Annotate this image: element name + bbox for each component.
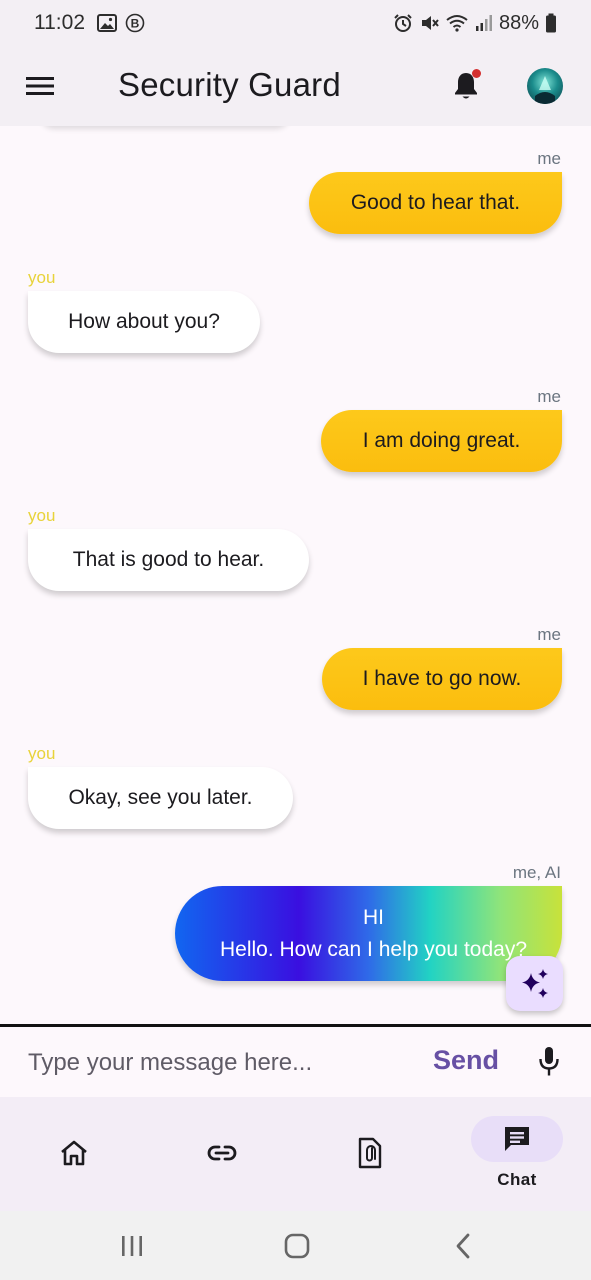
sender-label: me [537,387,561,406]
message-text: I have to go now. [362,667,522,690]
app-bar: Security Guard [0,46,591,126]
home-system-button[interactable] [283,1231,311,1261]
status-bar: 11:02 B 88% [0,0,591,46]
nav-item-files[interactable] [296,1097,444,1211]
message-input[interactable] [28,1041,418,1085]
hamburger-menu-icon [26,77,54,95]
ai-message-line1: HI [363,905,384,929]
nav-label-chat: Chat [497,1170,537,1189]
message-bubble-me[interactable]: I have to go now. [322,648,562,710]
sender-label: you [28,744,56,763]
home-circle-icon [284,1233,310,1259]
sender-label: me [537,149,561,168]
recent-apps-icon [122,1236,142,1256]
nav-item-links[interactable] [148,1097,296,1211]
signal-icon [475,14,493,32]
system-navigation-bar [0,1211,591,1280]
recent-apps-button[interactable] [119,1231,145,1261]
active-indicator [471,1116,563,1162]
message-text: How about you? [68,310,220,333]
message-text: Okay, see you later. [68,786,253,809]
nav-item-chat[interactable]: Chat [443,1097,591,1211]
message-bubble-you[interactable]: That is good to hear. [28,529,309,591]
back-button[interactable] [452,1231,474,1261]
battery-percent: 88% [498,11,539,34]
bottom-navigation: Chat [0,1097,591,1211]
sender-label: me, AI [512,863,561,882]
sparkle-icon [521,968,548,998]
avatar[interactable] [527,68,563,104]
ai-assist-button[interactable] [506,956,563,1011]
chat-message-list[interactable]: me Good to hear that. you How about you?… [0,126,591,1024]
status-time: 11:02 [34,11,85,34]
ai-message-line2: Hello. How can I help you today? [219,937,527,961]
sender-label: you [28,506,56,525]
message-bubble-me[interactable]: Good to hear that. [309,172,562,234]
message-text: That is good to hear. [72,548,265,571]
notification-badge [472,69,481,78]
wifi-icon [445,13,469,33]
message-text: Good to hear that. [350,191,521,214]
page-title: Security Guard [118,66,341,103]
home-icon [58,1137,90,1169]
ai-message-bubble[interactable]: HI Hello. How can I help you today? [175,886,562,981]
b-circle-icon: B [125,13,145,33]
back-chevron-icon [456,1233,470,1259]
message-text: I am doing great. [362,429,521,452]
avatar-image [535,76,555,104]
attachment-file-icon [354,1137,386,1169]
send-button[interactable]: Send [433,1045,499,1076]
message-composer: Send [0,1027,591,1097]
status-right: 88% [393,12,557,35]
nav-item-home[interactable] [0,1097,148,1211]
status-left: 11:02 B [34,11,145,35]
chat-icon [505,1127,529,1151]
microphone-icon [539,1047,559,1076]
message-bubble-me[interactable]: I am doing great. [321,410,562,472]
notifications-button[interactable] [446,66,486,106]
alarm-icon [393,13,413,33]
gallery-icon [97,14,117,32]
battery-icon [545,13,557,33]
mute-icon [419,13,439,33]
sender-label: you [28,268,56,287]
sender-label: me [537,625,561,644]
message-bubble-you[interactable]: Okay, see you later. [28,767,293,829]
link-icon [206,1137,238,1169]
menu-button[interactable] [22,68,58,104]
svg-text:B: B [131,17,140,31]
message-bubble-you[interactable]: How about you? [28,291,260,353]
microphone-button[interactable] [534,1045,564,1079]
